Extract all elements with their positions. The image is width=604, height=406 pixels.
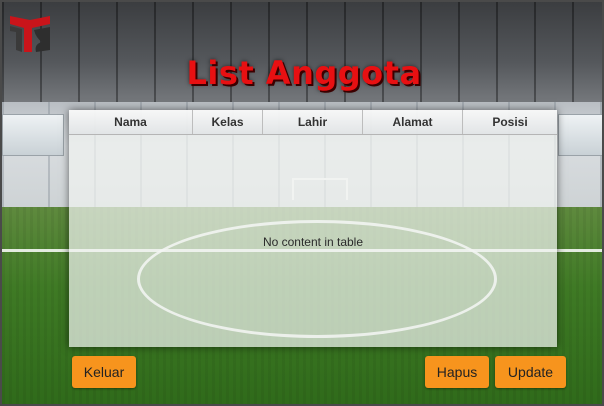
column-header-lahir[interactable]: Lahir <box>263 110 363 134</box>
table-header: Nama Kelas Lahir Alamat Posisi <box>69 110 557 135</box>
column-header-nama[interactable]: Nama <box>69 110 193 134</box>
keluar-button[interactable]: Keluar <box>72 356 136 388</box>
app-logo-icon <box>8 10 52 54</box>
update-button[interactable]: Update <box>495 356 566 388</box>
background-window <box>558 114 602 156</box>
members-table[interactable]: Nama Kelas Lahir Alamat Posisi No conten… <box>69 110 557 347</box>
app-window: List Anggota Nama Kelas Lahir Alamat Pos… <box>0 0 604 406</box>
column-header-posisi[interactable]: Posisi <box>463 110 557 134</box>
column-header-kelas[interactable]: Kelas <box>193 110 263 134</box>
hapus-button[interactable]: Hapus <box>425 356 489 388</box>
column-header-alamat[interactable]: Alamat <box>363 110 463 134</box>
table-empty-placeholder: No content in table <box>262 235 364 249</box>
background-window <box>2 114 64 156</box>
page-title: List Anggota <box>186 54 422 92</box>
